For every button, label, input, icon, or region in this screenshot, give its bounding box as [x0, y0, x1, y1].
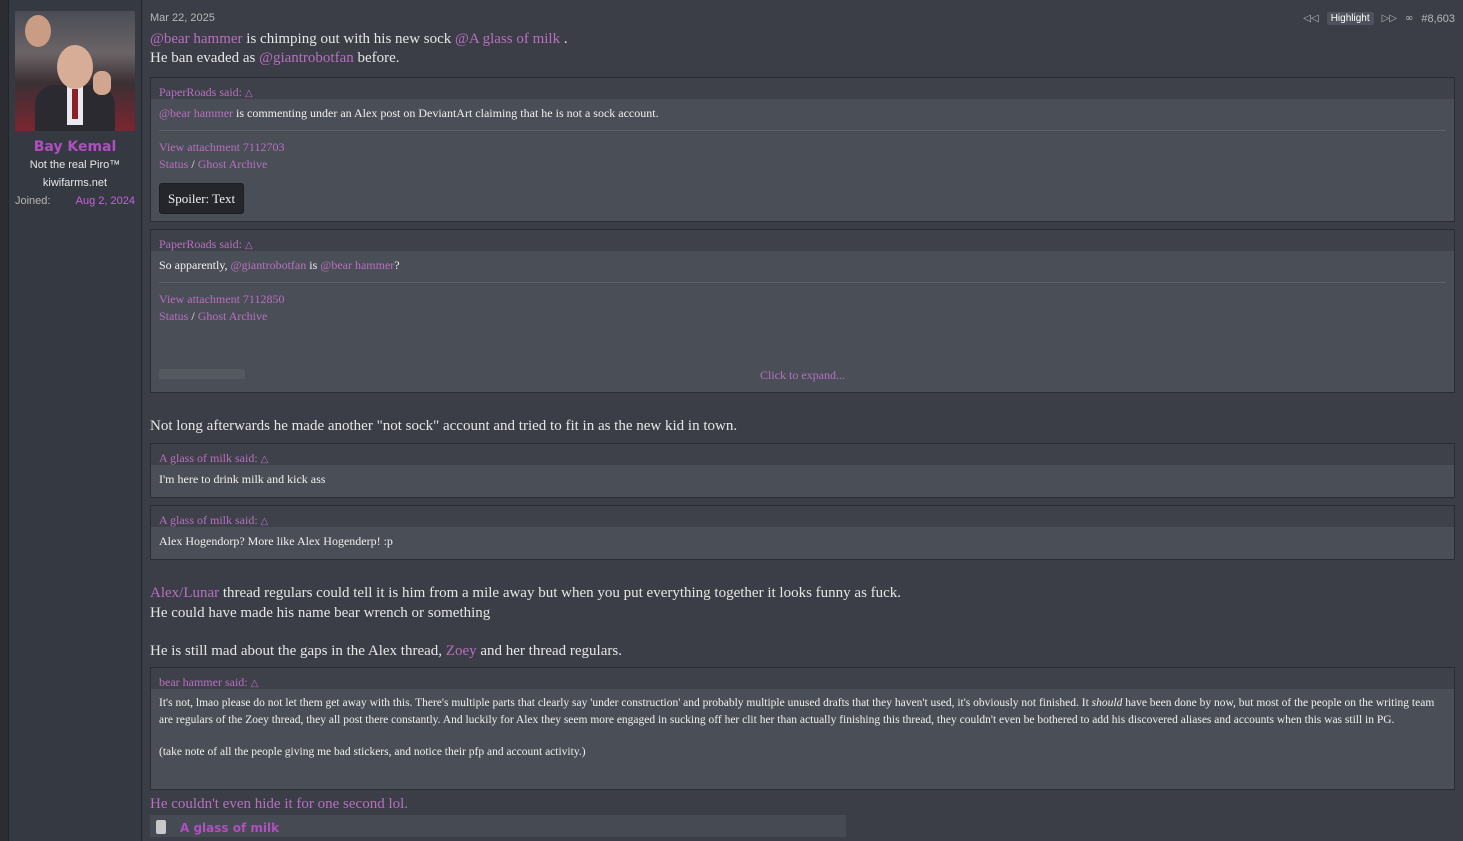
quote-divider — [159, 282, 1446, 283]
quote-content: Alex Hogendorp? More like Alex Hogenderp… — [159, 534, 393, 548]
prev-highlight-icon[interactable]: ◁◁ — [1303, 13, 1318, 24]
attachment-link[interactable]: View attachment 7112703 — [159, 139, 1446, 156]
quote-content: It's not, lmao please do not let them ge… — [151, 689, 1454, 767]
archive-links: Status / Ghost Archive — [159, 308, 1446, 325]
post-number-link[interactable]: #8,603 — [1421, 13, 1455, 25]
text: thread regulars could tell it is him fro… — [219, 585, 902, 601]
embed-username[interactable]: A glass of milk — [180, 819, 279, 838]
text: is commenting under an Alex post on Devi… — [233, 106, 659, 120]
quote-jump-icon[interactable]: △ — [261, 516, 269, 527]
joined-row: Joined: Aug 2, 2024 — [15, 195, 135, 207]
ghost-archive-link[interactable]: Ghost Archive — [198, 309, 268, 323]
quote-jump-icon[interactable]: △ — [245, 240, 253, 251]
quote-header[interactable]: PaperRoads said: △ — [151, 230, 1454, 251]
quote-author[interactable]: PaperRoads said: — [159, 237, 242, 251]
quote-author[interactable]: bear hammer said: — [159, 675, 248, 689]
paragraph-1: @bear hammer is chimping out with his ne… — [150, 30, 1455, 49]
text: It's not, lmao please do not let them ge… — [159, 697, 1092, 709]
mention-bear-hammer[interactable]: @bear hammer — [150, 31, 243, 47]
text: / — [188, 157, 198, 171]
avatar-hand — [93, 71, 111, 95]
joined-label: Joined: — [15, 195, 51, 207]
embed-avatar — [156, 820, 166, 834]
quote-author[interactable]: A glass of milk said: — [159, 451, 258, 465]
joined-date: Aug 2, 2024 — [75, 195, 135, 207]
user-sidebar: Bay Kemal Not the real Piro™ kiwifarms.n… — [8, 0, 142, 841]
next-highlight-icon[interactable]: ▷▷ — [1382, 13, 1397, 24]
mention-glass-of-milk[interactable]: @A glass of milk — [455, 31, 560, 47]
quote-header[interactable]: PaperRoads said: △ — [151, 78, 1454, 99]
text: is — [306, 258, 321, 272]
quote-block-paperroads-1: PaperRoads said: △ @bear hammer is comme… — [150, 77, 1455, 222]
highlight-button[interactable]: Highlight — [1326, 12, 1374, 25]
tweet-link[interactable]: He couldn't even hide it for one second … — [150, 795, 1455, 814]
paragraph-4: Alex/Lunar thread regulars could tell it… — [150, 584, 1455, 603]
ghost-archive-link[interactable]: Ghost Archive — [198, 157, 268, 171]
status-link[interactable]: Status — [159, 309, 188, 323]
paragraph-6: He is still mad about the gaps in the Al… — [150, 642, 1455, 661]
post-date-link[interactable]: Mar 22, 2025 — [150, 12, 215, 24]
user-title: Not the real Piro™ — [29, 159, 121, 171]
user-title-site: kiwifarms.net — [42, 177, 108, 189]
quote-header[interactable]: bear hammer said: △ — [151, 668, 1454, 689]
text: before. — [353, 50, 400, 66]
post-body: @bear hammer is chimping out with his ne… — [150, 30, 1455, 837]
post-header: Mar 22, 2025 ◁◁ Highlight ▷▷ ∞ #8,603 — [150, 12, 1455, 28]
attachment-link[interactable]: View attachment 7112850 — [159, 291, 1446, 308]
user-avatar[interactable] — [15, 11, 135, 131]
quote-author[interactable]: PaperRoads said: — [159, 85, 242, 99]
text: So apparently, — [159, 258, 231, 272]
quote-header[interactable]: A glass of milk said: △ — [151, 444, 1454, 465]
quote-header[interactable]: A glass of milk said: △ — [151, 506, 1454, 527]
text: . — [560, 31, 568, 47]
mention-giantrobotfan[interactable]: @giantrobotfan — [231, 258, 307, 272]
zoey-link[interactable]: Zoey — [446, 643, 477, 659]
text: He is still mad about the gaps in the Al… — [150, 643, 446, 659]
paragraph-5: He could have made his name bear wrench … — [150, 605, 491, 621]
alex-lunar-link[interactable]: Alex/Lunar — [150, 585, 219, 601]
quote-block-bear-hammer: bear hammer said: △ It's not, lmao pleas… — [150, 667, 1455, 790]
spoiler-button[interactable]: Spoiler: Text — [159, 183, 245, 214]
quote-divider — [159, 130, 1446, 131]
click-to-expand[interactable]: Click to expand... — [151, 366, 1454, 385]
text: ? — [394, 258, 400, 272]
quote-content: @bear hammer is commenting under an Alex… — [151, 99, 1454, 220]
quote-content: I'm here to drink milk and kick ass — [159, 472, 326, 486]
quote-footnote: (take note of all the people giving me b… — [159, 746, 586, 758]
avatar-tie — [72, 89, 78, 119]
quote-jump-icon[interactable]: △ — [245, 88, 253, 99]
quote-jump-icon[interactable]: △ — [261, 454, 269, 465]
mention-giantrobotfan[interactable]: @giantrobotfan — [259, 50, 354, 66]
avatar-background-figure — [25, 15, 51, 47]
text: is chimping out with his new sock — [242, 31, 456, 47]
username-link[interactable]: Bay Kemal — [9, 139, 141, 155]
mention-bear-hammer[interactable]: @bear hammer — [320, 258, 394, 272]
emphasis: should — [1091, 697, 1123, 709]
quote-block-glass-of-milk-1: A glass of milk said: △ I'm here to drin… — [150, 443, 1455, 498]
quote-jump-icon[interactable]: △ — [251, 678, 259, 689]
text: and her thread regulars. — [476, 643, 622, 659]
embedded-post-preview[interactable]: A glass of milk — [150, 815, 846, 837]
text: He ban evaded as — [150, 50, 260, 66]
quote-author[interactable]: A glass of milk said: — [159, 513, 258, 527]
share-icon[interactable]: ∞ — [1405, 13, 1413, 24]
quote-block-glass-of-milk-2: A glass of milk said: △ Alex Hogendorp? … — [150, 505, 1455, 560]
quote-block-paperroads-2: PaperRoads said: △ So apparently, @giant… — [150, 229, 1455, 393]
avatar-face — [57, 45, 93, 89]
post-main: Mar 22, 2025 ◁◁ Highlight ▷▷ ∞ #8,603 @b… — [142, 0, 1463, 841]
forum-post: Bay Kemal Not the real Piro™ kiwifarms.n… — [8, 0, 1463, 841]
paragraph-3: Not long afterwards he made another "not… — [150, 418, 738, 434]
post-actions: ◁◁ Highlight ▷▷ ∞ #8,603 — [1303, 12, 1455, 25]
mention-bear-hammer[interactable]: @bear hammer — [159, 106, 233, 120]
archive-links: Status / Ghost Archive — [159, 156, 1446, 173]
paragraph-2: He ban evaded as @giantrobotfan before. — [150, 49, 1455, 68]
quote-content: So apparently, @giantrobotfan is @bear h… — [151, 251, 1454, 379]
status-link[interactable]: Status — [159, 157, 188, 171]
text: / — [188, 309, 198, 323]
